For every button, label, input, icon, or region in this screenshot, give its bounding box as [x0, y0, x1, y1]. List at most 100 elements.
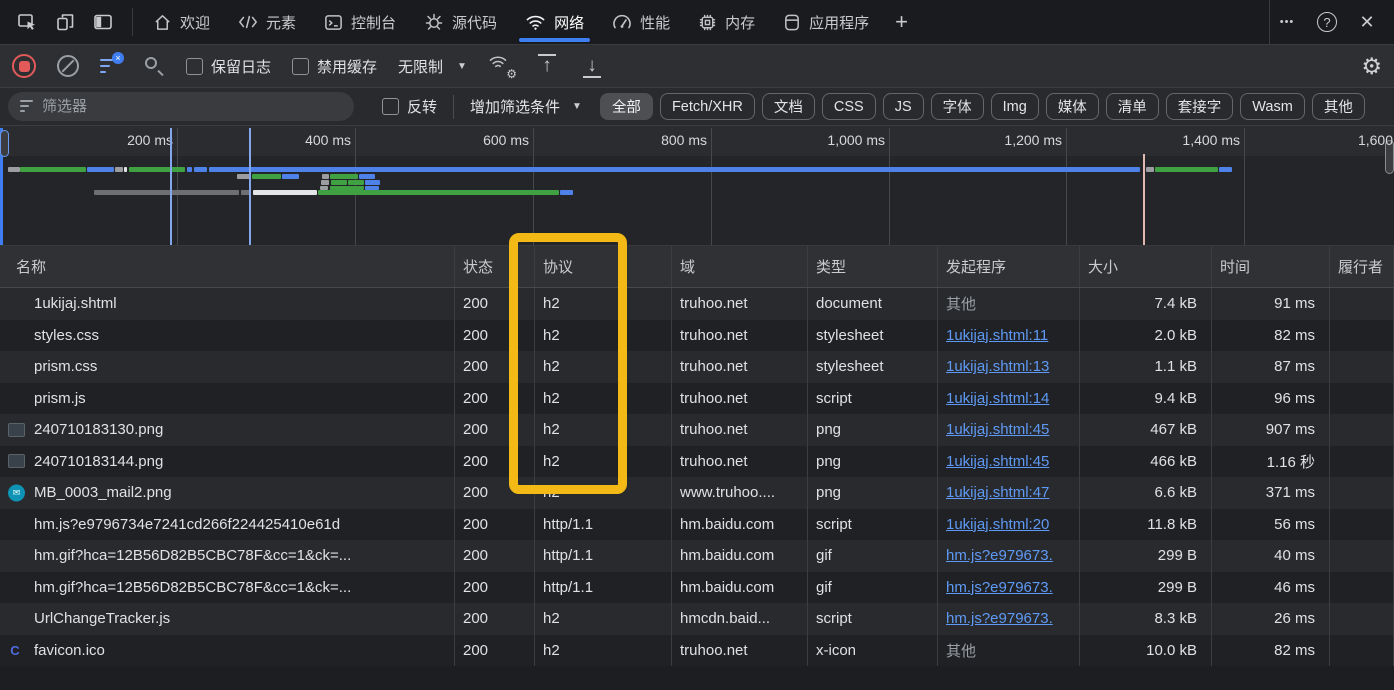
tab-sources[interactable]: 源代码	[410, 0, 511, 44]
record-network-log-button[interactable]	[12, 54, 36, 78]
tab-elements[interactable]: 元素	[224, 0, 310, 44]
chip-all[interactable]: 全部	[600, 93, 653, 120]
initiator-link[interactable]: 1ukijaj.shtml:20	[946, 516, 1049, 533]
cell-value: 1.16 秒	[1267, 451, 1315, 472]
filter-toggle-icon[interactable]: ×	[100, 56, 122, 76]
preserve-log-checkbox[interactable]: 保留日志	[186, 56, 271, 77]
cell-value: 96 ms	[1274, 390, 1315, 407]
request-row[interactable]: Cfavicon.ico200h2truhoo.netx-icon其他10.0 …	[0, 635, 1394, 667]
column-header-fulfilled[interactable]: 履行者	[1330, 246, 1394, 287]
throttling-dropdown[interactable]: 无限制 ▼	[398, 56, 467, 77]
column-header-name[interactable]: 名称	[0, 246, 455, 287]
tab-console[interactable]: 控制台	[310, 0, 410, 44]
more-tabs-button[interactable]: +	[883, 0, 920, 44]
filter-input[interactable]	[42, 98, 332, 115]
column-header-initiator[interactable]: 发起程序	[938, 246, 1080, 287]
clear-network-log-icon[interactable]	[57, 55, 79, 77]
initiator-link[interactable]: 1ukijaj.shtml:11	[946, 327, 1048, 344]
request-row[interactable]: 240710183144.png200h2truhoo.netpng1ukija…	[0, 446, 1394, 478]
request-row[interactable]: UrlChangeTracker.js200h2hmcdn.baid...scr…	[0, 603, 1394, 635]
chip-socket[interactable]: 套接字	[1166, 93, 1234, 120]
request-row[interactable]: hm.gif?hca=12B56D82B5CBC78F&cc=1&ck=...2…	[0, 540, 1394, 572]
cell-size: 466 kB	[1080, 446, 1212, 478]
waterfall-bar	[252, 174, 281, 179]
chip-manifest[interactable]: 清单	[1106, 93, 1159, 120]
device-toolbar-icon[interactable]	[48, 5, 82, 39]
request-row[interactable]: prism.css200h2truhoo.netstylesheet1ukija…	[0, 351, 1394, 383]
inspect-icon[interactable]	[10, 5, 44, 39]
tab-memory-label: 内存	[725, 12, 755, 33]
chip-js[interactable]: JS	[883, 93, 924, 120]
column-header-status[interactable]: 状态	[455, 246, 535, 287]
close-icon[interactable]: ✕	[1350, 5, 1384, 39]
tab-memory[interactable]: 内存	[684, 0, 769, 44]
network-conditions-icon[interactable]: ⚙	[488, 54, 514, 78]
tab-performance[interactable]: 性能	[598, 0, 684, 44]
dock-side-icon[interactable]	[86, 5, 120, 39]
request-row[interactable]: hm.js?e9796734e7241cd266f224425410e61d20…	[0, 509, 1394, 541]
initiator-link[interactable]: hm.js?e979673.	[946, 610, 1053, 627]
more-filters-dropdown[interactable]: 增加筛选条件 ▼	[470, 96, 582, 117]
disable-cache-checkbox[interactable]: 禁用缓存	[292, 56, 377, 77]
cell-value: png	[816, 484, 841, 501]
chip-fetch-xhr[interactable]: Fetch/XHR	[660, 93, 755, 120]
network-overview-waterfall[interactable]: 200 ms400 ms600 ms800 ms1,000 ms1,200 ms…	[0, 126, 1394, 246]
cell-protocol: h2	[535, 477, 672, 509]
cell-value: h2	[543, 453, 560, 470]
cell-time: 91 ms	[1212, 288, 1330, 320]
initiator-link[interactable]: hm.js?e979673.	[946, 579, 1053, 596]
cell-value: document	[816, 295, 882, 312]
column-header-protocol[interactable]: 协议	[535, 246, 672, 287]
checkbox-box[interactable]	[186, 58, 203, 75]
invert-checkbox[interactable]: 反转	[382, 96, 437, 117]
column-header-label: 大小	[1088, 256, 1118, 277]
settings-gear-icon[interactable]: ⚙	[1361, 53, 1382, 80]
column-header-size[interactable]: 大小	[1080, 246, 1212, 287]
export-har-icon[interactable]: ↓	[580, 56, 604, 76]
initiator-link[interactable]: 1ukijaj.shtml:45	[946, 421, 1049, 438]
search-icon[interactable]	[143, 55, 165, 77]
request-row[interactable]: 1ukijaj.shtml200h2truhoo.netdocument其他7.…	[0, 288, 1394, 320]
cell-fulfilled	[1330, 320, 1394, 352]
chevron-down-icon: ▼	[457, 61, 467, 72]
request-row[interactable]: ✉MB_0003_mail2.png200h2www.truhoo....png…	[0, 477, 1394, 509]
initiator-link[interactable]: 1ukijaj.shtml:13	[946, 358, 1049, 375]
help-icon[interactable]: ?	[1310, 5, 1344, 39]
request-row[interactable]: 240710183130.png200h2truhoo.netpng1ukija…	[0, 414, 1394, 446]
initiator-link[interactable]: 1ukijaj.shtml:45	[946, 453, 1049, 470]
cell-type: gif	[808, 540, 938, 572]
chip-media[interactable]: 媒体	[1046, 93, 1099, 120]
time-tick-label: 1,600	[1247, 132, 1393, 148]
chip-css[interactable]: CSS	[822, 93, 876, 120]
column-header-time[interactable]: 时间	[1212, 246, 1330, 287]
tab-application[interactable]: 应用程序	[769, 0, 883, 44]
initiator-link[interactable]: 1ukijaj.shtml:14	[946, 390, 1049, 407]
chip-doc[interactable]: 文档	[762, 93, 815, 120]
import-har-icon[interactable]: ↑	[535, 56, 559, 76]
cell-status: 200	[455, 351, 535, 383]
checkbox-box[interactable]	[292, 58, 309, 75]
requests-table-header: 名称状态协议域类型发起程序大小 时间履行者	[0, 246, 1394, 288]
cell-initiator: hm.js?e979673.	[938, 572, 1080, 604]
request-row[interactable]: styles.css200h2truhoo.netstylesheet1ukij…	[0, 320, 1394, 352]
cell-time: 82 ms	[1212, 635, 1330, 667]
overview-left-handle[interactable]	[0, 130, 9, 157]
cell-value: 9.4 kB	[1154, 390, 1197, 407]
request-row[interactable]: hm.gif?hca=12B56D82B5CBC78F&cc=1&ck=...2…	[0, 572, 1394, 604]
request-row[interactable]: prism.js200h2truhoo.netscript1ukijaj.sht…	[0, 383, 1394, 415]
waterfall-bar	[365, 180, 380, 185]
chip-wasm[interactable]: Wasm	[1240, 93, 1305, 120]
chip-font[interactable]: 字体	[931, 93, 984, 120]
checkbox-box[interactable]	[382, 98, 399, 115]
initiator-link[interactable]: 1ukijaj.shtml:47	[946, 484, 1049, 501]
more-options-icon[interactable]: •••	[1270, 5, 1304, 39]
column-header-domain[interactable]: 域	[672, 246, 808, 287]
tab-network[interactable]: 网络	[511, 0, 598, 44]
initiator-link[interactable]: hm.js?e979673.	[946, 547, 1053, 564]
chip-img[interactable]: Img	[991, 93, 1039, 120]
tab-welcome[interactable]: 欢迎	[139, 0, 224, 44]
chip-other[interactable]: 其他	[1312, 93, 1365, 120]
cell-value: 11.8 kB	[1147, 516, 1197, 533]
column-header-type[interactable]: 类型	[808, 246, 938, 287]
cell-value: truhoo.net	[680, 327, 748, 344]
